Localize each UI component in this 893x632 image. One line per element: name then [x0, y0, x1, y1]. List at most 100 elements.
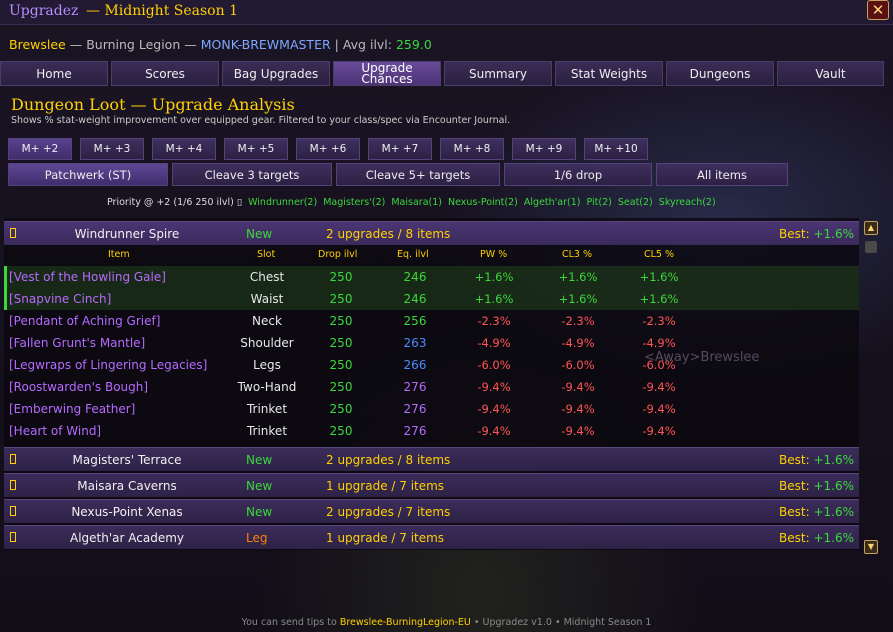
- tab-home[interactable]: Home: [0, 61, 108, 86]
- keystone-button-5[interactable]: M+ +5: [224, 138, 288, 160]
- dungeon-group-magisters-terrace[interactable]: Magisters' Terrace New 2 upgrades / 8 it…: [4, 447, 859, 471]
- item-link[interactable]: [Pendant of Aching Grief]: [9, 314, 160, 328]
- item-cl5: -9.4%: [642, 402, 676, 416]
- item-slot: Chest: [249, 270, 285, 284]
- dungeon-status: New: [246, 479, 273, 493]
- dungeon-status: Leg: [246, 531, 268, 545]
- item-cl3: -2.3%: [561, 314, 595, 328]
- keystone-button-8[interactable]: M+ +8: [440, 138, 504, 160]
- scroll-up-button[interactable]: ▲: [864, 221, 878, 235]
- best-label: Best:: [779, 531, 810, 545]
- table-row[interactable]: [Snapvine Cinch] Waist 250 246 +1.6% +1.…: [4, 288, 859, 310]
- target-cleave5-button[interactable]: Cleave 5+ targets: [336, 163, 500, 186]
- table-header: Item Slot Drop ilvl Eq. ilvl PW % CL3 % …: [4, 247, 859, 264]
- best-value: +1.6%: [813, 227, 854, 241]
- item-link[interactable]: [Snapvine Cinch]: [9, 292, 111, 306]
- item-pw: -9.4%: [477, 380, 511, 394]
- keystone-button-4[interactable]: M+ +4: [152, 138, 216, 160]
- table-row[interactable]: [Heart of Wind] Trinket 250 276 -9.4% -9…: [4, 420, 859, 442]
- item-link[interactable]: [Heart of Wind]: [9, 424, 101, 438]
- item-link[interactable]: [Roostwarden's Bough]: [9, 380, 148, 394]
- keystone-button-6[interactable]: M+ +6: [296, 138, 360, 160]
- dungeon-best: Best: +1.6%: [779, 227, 854, 241]
- keystone-button-10[interactable]: M+ +10: [584, 138, 648, 160]
- footer: You can send tips to Brewslee-BurningLeg…: [0, 617, 893, 628]
- character-realm: — Burning Legion —: [69, 37, 197, 52]
- item-link[interactable]: [Fallen Grunt's Mantle]: [9, 336, 145, 350]
- close-button[interactable]: ✕: [867, 0, 889, 20]
- item-eq-ilvl: 266: [403, 358, 427, 372]
- dungeon-status: New: [246, 505, 273, 519]
- tab-scores[interactable]: Scores: [111, 61, 219, 86]
- scrollbar-thumb[interactable]: [865, 241, 877, 253]
- table-row[interactable]: [Vest of the Howling Gale] Chest 250 246…: [4, 266, 859, 288]
- best-label: Best:: [779, 505, 810, 519]
- item-eq-ilvl: 246: [403, 292, 427, 306]
- upgrade-indicator: [4, 266, 7, 288]
- character-spec: MONK-BREWMASTER: [200, 37, 331, 52]
- dungeon-best: Best: +1.6%: [779, 479, 854, 493]
- col-item: Item: [108, 249, 130, 260]
- dungeon-name: Nexus-Point Xenas: [71, 505, 183, 519]
- character-name: Brewslee: [9, 37, 66, 52]
- upgrade-indicator: [4, 288, 7, 310]
- item-cl5: -9.4%: [642, 380, 676, 394]
- table-row[interactable]: [Roostwarden's Bough] Two-Hand 250 276 -…: [4, 376, 859, 398]
- item-slot: Neck: [252, 314, 282, 328]
- dungeon-name: Algeth'ar Academy: [70, 531, 184, 545]
- item-link[interactable]: [Legwraps of Lingering Legacies]: [9, 358, 207, 372]
- all-items-button[interactable]: All items: [656, 163, 788, 186]
- avg-ilvl-value: 259.0: [395, 37, 432, 52]
- best-value: +1.6%: [813, 479, 854, 493]
- chevron-down-icon: ▼: [867, 542, 875, 551]
- table-row[interactable]: [Pendant of Aching Grief] Neck 250 256 -…: [4, 310, 859, 332]
- dungeon-status: New: [246, 227, 273, 241]
- table-row[interactable]: [Emberwing Feather] Trinket 250 276 -9.4…: [4, 398, 859, 420]
- footer-prefix: You can send tips to: [241, 617, 337, 628]
- dungeon-name: Windrunner Spire: [74, 227, 180, 241]
- section-title: Dungeon Loot — Upgrade Analysis: [11, 95, 295, 114]
- dungeon-name: Magisters' Terrace: [72, 453, 182, 467]
- item-pw: -9.4%: [477, 402, 511, 416]
- keystone-button-3[interactable]: M+ +3: [80, 138, 144, 160]
- title-bar[interactable]: Upgradez — Midnight Season 1 ✕: [0, 0, 893, 25]
- season-title: — Midnight Season 1: [86, 3, 238, 19]
- priority-item: Skyreach(2): [658, 197, 716, 208]
- item-eq-ilvl: 246: [403, 270, 427, 284]
- item-drop-ilvl: 250: [329, 358, 353, 372]
- tab-vault[interactable]: Vault: [777, 61, 884, 86]
- dungeon-name: Maisara Caverns: [77, 479, 177, 493]
- target-cleave3-button[interactable]: Cleave 3 targets: [172, 163, 332, 186]
- item-slot: Trinket: [246, 402, 288, 416]
- item-link[interactable]: [Vest of the Howling Gale]: [9, 270, 166, 284]
- tab-dungeons[interactable]: Dungeons: [666, 61, 774, 86]
- priority-line: Priority @ +2 (1/6 250 ilvl) ▯ Windrunne…: [107, 197, 716, 208]
- avg-ilvl-label: Avg ilvl:: [342, 37, 392, 52]
- item-link[interactable]: [Emberwing Feather]: [9, 402, 135, 416]
- target-patchwerk-button[interactable]: Patchwerk (ST): [8, 163, 168, 186]
- tab-upgrade-chances[interactable]: Upgrade Chances: [333, 61, 441, 86]
- dungeon-group-windrunner-spire[interactable]: Windrunner Spire New 2 upgrades / 8 item…: [4, 221, 859, 245]
- tab-summary[interactable]: Summary: [444, 61, 552, 86]
- item-slot: Shoulder: [240, 336, 294, 350]
- dungeon-summary: 1 upgrade / 7 items: [326, 479, 445, 493]
- dungeon-summary: 2 upgrades / 7 items: [326, 505, 451, 519]
- drop-chance-button[interactable]: 1/6 drop: [504, 163, 652, 186]
- keystone-button-9[interactable]: M+ +9: [512, 138, 576, 160]
- tab-bag-upgrades[interactable]: Bag Upgrades: [222, 61, 330, 86]
- keystone-button-2[interactable]: M+ +2: [8, 138, 72, 160]
- app-title: Upgradez: [9, 3, 79, 19]
- priority-item: Pit(2): [586, 197, 612, 208]
- dungeon-group-algethar-academy[interactable]: Algeth'ar Academy Leg 1 upgrade / 7 item…: [4, 525, 859, 549]
- keystone-button-7[interactable]: M+ +7: [368, 138, 432, 160]
- item-drop-ilvl: 250: [329, 270, 353, 284]
- item-cl3: -9.4%: [561, 380, 595, 394]
- item-cl3: -9.4%: [561, 402, 595, 416]
- dungeon-group-maisara-caverns[interactable]: Maisara Caverns New 1 upgrade / 7 items …: [4, 473, 859, 497]
- col-pw: PW %: [480, 249, 508, 260]
- dungeon-group-nexus-point-xenas[interactable]: Nexus-Point Xenas New 2 upgrades / 7 ite…: [4, 499, 859, 523]
- item-cl3: -6.0%: [561, 358, 595, 372]
- tab-stat-weights[interactable]: Stat Weights: [555, 61, 663, 86]
- scroll-down-button[interactable]: ▼: [864, 540, 878, 554]
- dungeon-summary: 2 upgrades / 8 items: [326, 227, 451, 241]
